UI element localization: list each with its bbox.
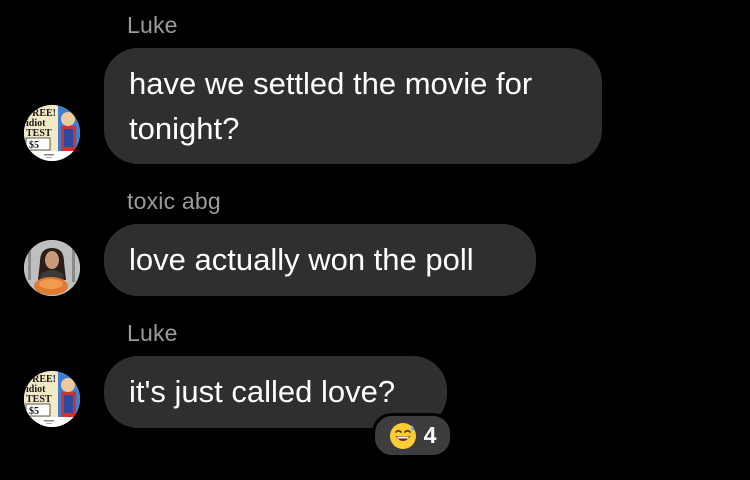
message-bubble[interactable]: love actually won the poll bbox=[104, 224, 536, 296]
svg-text:TEST: TEST bbox=[26, 128, 52, 139]
idiot-test-avatar-icon: FREE! idiot TEST $5 bbox=[24, 105, 80, 161]
grinning-face-with-sweat-icon bbox=[389, 422, 416, 449]
reaction-count: 4 bbox=[423, 422, 437, 448]
reaction-pill[interactable]: 4 bbox=[372, 413, 453, 458]
avatar[interactable]: FREE! idiot TEST $5 bbox=[24, 105, 80, 161]
idiot-test-avatar-icon: FREE! idiot TEST $5 bbox=[24, 371, 80, 427]
sender-name: toxic abg bbox=[127, 188, 221, 214]
avatar[interactable]: FREE! idiot TEST $5 bbox=[24, 371, 80, 427]
svg-text:TEST: TEST bbox=[26, 394, 52, 405]
person-photo-avatar-icon bbox=[24, 240, 80, 296]
sender-name: Luke bbox=[127, 320, 178, 346]
svg-text:$5: $5 bbox=[29, 140, 39, 151]
avatar[interactable] bbox=[24, 240, 80, 296]
svg-text:$5: $5 bbox=[29, 406, 39, 417]
sender-name: Luke bbox=[127, 12, 178, 38]
message-bubble[interactable]: have we settled the movie for tonight? bbox=[104, 48, 602, 164]
